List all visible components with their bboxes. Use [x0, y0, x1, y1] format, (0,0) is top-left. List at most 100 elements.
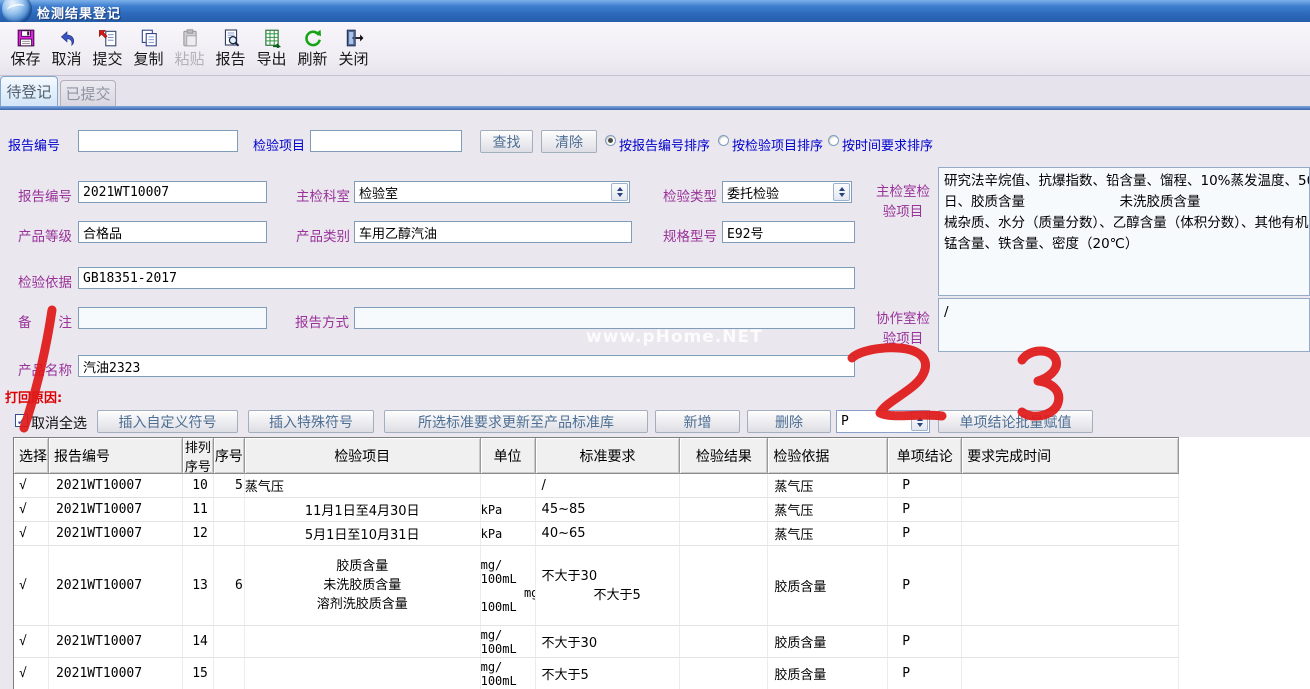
cell-unit[interactable]: kPa: [481, 498, 536, 522]
cell-unit[interactable]: mg/ 100mL mg/ 100mL: [481, 546, 536, 626]
cell-unit[interactable]: [481, 474, 536, 498]
cell-test-item[interactable]: [245, 626, 481, 658]
cell-report-no[interactable]: 2021WT10007: [49, 522, 183, 546]
cell-result[interactable]: [680, 658, 768, 689]
sort-by-test-item-radio[interactable]: [718, 135, 729, 146]
cell-due-time[interactable]: [962, 498, 1179, 522]
cell-seq-no[interactable]: [214, 498, 245, 522]
cell-due-time[interactable]: [962, 626, 1179, 658]
cell-report-no[interactable]: 2021WT10007: [49, 626, 183, 658]
cell-requirement[interactable]: 45~85: [536, 498, 681, 522]
find-button[interactable]: 查找: [480, 130, 533, 153]
cell-conclusion[interactable]: P: [888, 498, 962, 522]
test-type-spinner-icon[interactable]: [833, 183, 850, 201]
cell-requirement[interactable]: 不大于5: [536, 658, 681, 689]
cell-unit[interactable]: mg/ 100mL: [481, 658, 536, 689]
paste-button[interactable]: 粘贴: [170, 26, 209, 73]
test-type-select[interactable]: 委托检验: [722, 181, 852, 203]
undo-button[interactable]: 取消: [47, 26, 86, 73]
cell-seq-no[interactable]: 6: [214, 546, 245, 626]
search-test-item-input[interactable]: [310, 130, 462, 152]
cell-sort-no[interactable]: 13: [183, 546, 214, 626]
sort-by-report-no-radio[interactable]: [605, 135, 616, 146]
sort-by-report-no-label[interactable]: 按报告编号排序: [619, 135, 710, 154]
test-basis-input[interactable]: [78, 267, 855, 289]
cell-result[interactable]: [680, 522, 768, 546]
cell-test-item[interactable]: 5月1日至10月31日: [245, 522, 481, 546]
add-button[interactable]: 新增: [655, 410, 740, 433]
cell-requirement[interactable]: 40~65: [536, 522, 681, 546]
cell-basis[interactable]: 蒸气压: [768, 522, 888, 546]
cell-unit[interactable]: kPa: [481, 522, 536, 546]
refresh-button[interactable]: 刷新: [293, 26, 332, 73]
sort-by-test-item-label[interactable]: 按检验项目排序: [732, 135, 823, 154]
report-no-input[interactable]: [78, 181, 267, 203]
cell-basis[interactable]: 蒸气压: [768, 474, 888, 498]
cell-seq-no[interactable]: [214, 626, 245, 658]
collab-items-textarea[interactable]: /: [938, 298, 1310, 352]
cell-due-time[interactable]: [962, 522, 1179, 546]
cell-select[interactable]: √: [14, 498, 49, 522]
cell-conclusion[interactable]: P: [888, 546, 962, 626]
cell-sort-no[interactable]: 14: [183, 626, 214, 658]
cell-test-item[interactable]: [245, 658, 481, 689]
cell-due-time[interactable]: [962, 658, 1179, 689]
delete-button[interactable]: 删除: [747, 410, 831, 433]
conclusion-spinner-icon[interactable]: [911, 412, 928, 431]
cell-due-time[interactable]: [962, 474, 1179, 498]
product-grade-input[interactable]: [78, 221, 267, 243]
clear-button[interactable]: 清除: [541, 130, 597, 153]
cell-test-item[interactable]: 胶质含量 未洗胶质含量 溶剂洗胶质含量: [245, 546, 481, 626]
submit-button[interactable]: 提交: [88, 26, 127, 73]
cell-test-item[interactable]: 蒸气压: [245, 474, 481, 498]
product-category-input[interactable]: [354, 221, 632, 243]
update-standard-button[interactable]: 所选标准要求更新至产品标准库: [384, 410, 648, 433]
remark-input[interactable]: [78, 307, 267, 329]
cell-conclusion[interactable]: P: [888, 626, 962, 658]
cell-basis[interactable]: 胶质含量: [768, 626, 888, 658]
save-button[interactable]: 保存: [6, 26, 45, 73]
close-button[interactable]: 关闭: [334, 26, 373, 73]
spec-model-input[interactable]: [722, 221, 855, 243]
cell-requirement[interactable]: 不大于30 不大于5: [536, 546, 681, 626]
cell-report-no[interactable]: 2021WT10007: [49, 498, 183, 522]
report-method-input[interactable]: [354, 307, 855, 329]
main-dept-spinner-icon[interactable]: [611, 183, 628, 201]
cell-sort-no[interactable]: 12: [183, 522, 214, 546]
cell-result[interactable]: [680, 626, 768, 658]
cell-sort-no[interactable]: 15: [183, 658, 214, 689]
insert-special-symbol-button[interactable]: 插入特殊符号: [248, 410, 374, 433]
report-button[interactable]: 报告: [211, 26, 250, 73]
cell-requirement[interactable]: /: [536, 474, 681, 498]
cell-basis[interactable]: 胶质含量: [768, 658, 888, 689]
cell-report-no[interactable]: 2021WT10007: [49, 546, 183, 626]
cell-seq-no[interactable]: [214, 658, 245, 689]
cell-seq-no[interactable]: 5: [214, 474, 245, 498]
insert-custom-symbol-button[interactable]: 插入自定义符号: [97, 410, 238, 433]
cell-seq-no[interactable]: [214, 522, 245, 546]
tab-submitted[interactable]: 已提交: [60, 80, 116, 106]
cell-result[interactable]: [680, 546, 768, 626]
cell-select[interactable]: √: [14, 658, 49, 689]
cell-unit[interactable]: mg/ 100mL: [481, 626, 536, 658]
product-name-input[interactable]: [78, 355, 855, 377]
sort-by-time-label[interactable]: 按时间要求排序: [842, 135, 933, 154]
cell-select[interactable]: √: [14, 522, 49, 546]
cell-conclusion[interactable]: P: [888, 474, 962, 498]
cell-report-no[interactable]: 2021WT10007: [49, 474, 183, 498]
cell-conclusion[interactable]: P: [888, 522, 962, 546]
conclusion-select[interactable]: P: [836, 410, 930, 433]
copy-button[interactable]: 复制: [129, 26, 168, 73]
search-report-no-input[interactable]: [78, 130, 238, 152]
cell-sort-no[interactable]: 10: [183, 474, 214, 498]
cell-select[interactable]: √: [14, 626, 49, 658]
cell-result[interactable]: [680, 474, 768, 498]
cell-select[interactable]: √: [14, 474, 49, 498]
main-dept-select[interactable]: 检验室: [354, 181, 630, 203]
cell-sort-no[interactable]: 11: [183, 498, 214, 522]
main-dept-items-textarea[interactable]: 研究法辛烷值、抗爆指数、铅含量、馏程、10%蒸发温度、50%蒸 日、胶质含量 未…: [938, 167, 1310, 296]
uncheck-all-label[interactable]: 取消全选: [31, 413, 87, 433]
cell-due-time[interactable]: [962, 546, 1179, 626]
cell-basis[interactable]: 蒸气压: [768, 498, 888, 522]
export-button[interactable]: 导出: [252, 26, 291, 73]
